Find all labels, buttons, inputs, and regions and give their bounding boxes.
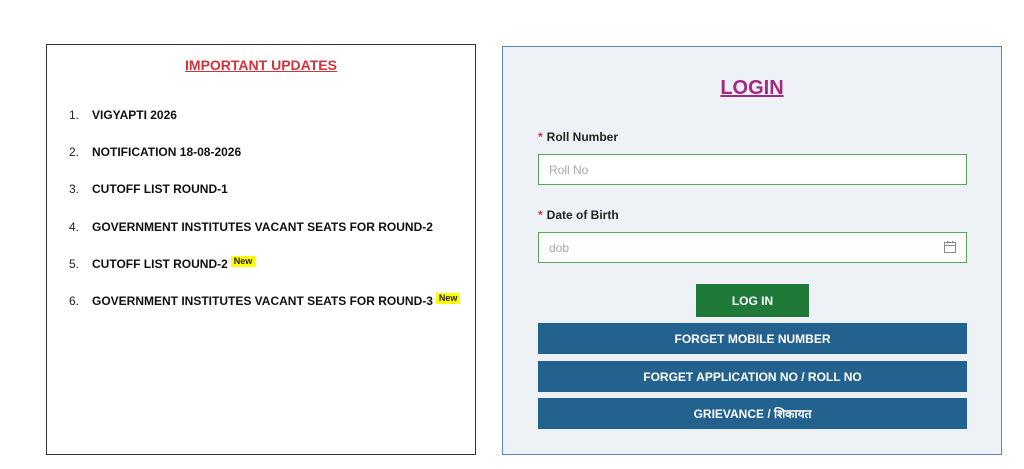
update-link-vacant-seats-round-2[interactable]: GOVERNMENT INSTITUTES VACANT SEATS FOR R… (92, 220, 433, 234)
update-item: 2. NOTIFICATION 18-08-2026 (47, 142, 241, 162)
update-link-notification[interactable]: NOTIFICATION 18-08-2026 (92, 145, 241, 159)
update-item: 4. GOVERNMENT INSTITUTES VACANT SEATS FO… (47, 217, 433, 237)
required-mark: * (538, 208, 543, 222)
dob-label-text: Date of Birth (546, 208, 619, 222)
update-item: 6. GOVERNMENT INSTITUTES VACANT SEATS FO… (47, 291, 461, 311)
login-button[interactable]: LOG IN (696, 284, 809, 317)
forget-application-button[interactable]: FORGET APPLICATION NO / ROLL NO (538, 361, 967, 392)
login-title: LOGIN (720, 77, 784, 99)
update-item: 1. VIGYAPTI 2026 (47, 105, 177, 125)
update-link-vigyapti[interactable]: VIGYAPTI 2026 (92, 108, 177, 122)
required-mark: * (538, 130, 543, 144)
update-number: 2. (69, 145, 80, 159)
new-badge: New (230, 255, 256, 267)
update-link-vacant-seats-round-3[interactable]: GOVERNMENT INSTITUTES VACANT SEATS FOR R… (92, 294, 433, 308)
dob-label: * Date of Birth (538, 208, 619, 222)
roll-number-label: * Roll Number (538, 130, 618, 144)
update-link-cutoff-round-2[interactable]: CUTOFF LIST ROUND-2 (92, 257, 228, 271)
update-number: 5. (69, 257, 80, 271)
update-item: 5. CUTOFF LIST ROUND-2 New (47, 254, 256, 274)
forget-mobile-button[interactable]: FORGET MOBILE NUMBER (538, 323, 967, 354)
roll-number-label-text: Roll Number (546, 130, 619, 144)
update-number: 1. (69, 108, 80, 122)
update-item: 3. CUTOFF LIST ROUND-1 (47, 179, 228, 199)
roll-number-input[interactable] (538, 154, 967, 185)
new-badge: New (435, 292, 461, 304)
update-number: 4. (69, 220, 80, 234)
update-number: 6. (69, 294, 80, 308)
calendar-icon[interactable] (944, 241, 956, 253)
update-link-cutoff-round-1[interactable]: CUTOFF LIST ROUND-1 (92, 182, 228, 196)
grievance-button[interactable]: GRIEVANCE / शिकायत (538, 398, 967, 429)
updates-title: IMPORTANT UPDATES (185, 57, 337, 73)
dob-input[interactable] (538, 232, 967, 263)
update-number: 3. (69, 182, 80, 196)
login-panel: LOGIN *Roll Number *Date of Birth LOG IN… (502, 46, 1002, 455)
important-updates-panel: IMPORTANT UPDATES 1. VIGYAPTI 2026 2. NO… (46, 44, 476, 455)
